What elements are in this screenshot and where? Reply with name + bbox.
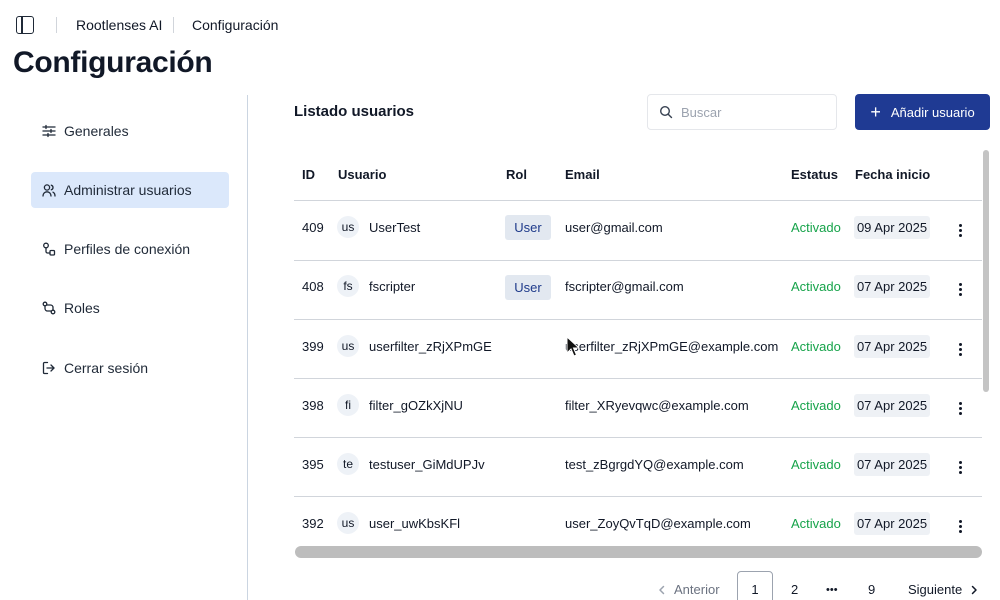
cell-user: testuser_GiMdUPJv: [369, 457, 485, 472]
row-menu-icon[interactable]: [953, 457, 967, 477]
page-title: Configuración: [13, 46, 213, 79]
horizontal-scrollbar[interactable]: [295, 546, 982, 558]
cell-email: userfilter_zRjXPmGE@example.com: [565, 339, 779, 354]
column-header-usuario: Usuario: [338, 167, 387, 182]
cell-id: 392: [302, 516, 324, 531]
status-badge: Activado: [791, 457, 841, 472]
cell-email: user_ZoyQvTqD@example.com: [565, 516, 751, 531]
row-divider: [294, 378, 982, 379]
date-badge: 07 Apr 2025: [854, 394, 930, 417]
add-user-button[interactable]: + Añadir usuario: [855, 94, 990, 130]
next-label: Siguiente: [908, 582, 963, 597]
row-menu-icon[interactable]: [953, 339, 967, 359]
chevron-right-icon: [971, 585, 977, 594]
row-divider: [294, 319, 982, 320]
add-user-label: Añadir usuario: [890, 104, 975, 120]
cell-user: UserTest: [369, 220, 421, 235]
date-badge: 07 Apr 2025: [854, 453, 930, 476]
pagination-ellipsis: •••: [826, 584, 838, 596]
connection-icon: [43, 242, 56, 256]
sidebar-item-label: Perfiles de conexión: [64, 241, 191, 257]
sidebar-toggle-icon[interactable]: [16, 16, 34, 34]
sidebar-item-label: Cerrar sesión: [64, 360, 149, 376]
cell-id: 399: [302, 339, 324, 354]
cell-email: test_zBgrgdYQ@example.com: [565, 457, 744, 472]
row-divider: [294, 437, 982, 438]
avatar: fi: [337, 394, 359, 416]
sidebar-item-cerrar-sesion[interactable]: Cerrar sesión: [31, 350, 229, 386]
row-divider: [294, 496, 982, 497]
search-icon: [659, 105, 673, 119]
date-badge: 07 Apr 2025: [854, 335, 930, 358]
breadcrumb-app[interactable]: Rootlenses AI: [76, 17, 162, 33]
breadcrumb-current: Configuración: [192, 17, 279, 33]
row-menu-icon[interactable]: [953, 398, 967, 418]
sidebar-item-roles[interactable]: Roles: [31, 290, 229, 326]
mouse-cursor-icon: [566, 336, 580, 357]
column-header-estatus: Estatus: [791, 167, 838, 182]
status-badge: Activado: [791, 339, 841, 354]
previous-page-button[interactable]: Anterior: [656, 582, 720, 597]
row-menu-icon[interactable]: [953, 516, 967, 536]
chevron-left-icon: [659, 585, 665, 594]
avatar: fs: [337, 275, 359, 297]
row-menu-icon[interactable]: [953, 220, 967, 240]
status-badge: Activado: [791, 220, 841, 235]
sidebar-item-label: Administrar usuarios: [64, 182, 192, 198]
sidebar-item-administrar-usuarios[interactable]: Administrar usuarios: [31, 172, 229, 208]
sidebar-item-label: Roles: [64, 300, 100, 316]
cell-id: 398: [302, 398, 324, 413]
cell-id: 409: [302, 220, 324, 235]
cell-user: filter_gOZkXjNU: [369, 398, 463, 413]
status-badge: Activado: [791, 398, 841, 413]
row-divider: [294, 200, 982, 201]
column-header-rol: Rol: [506, 167, 527, 182]
plus-icon: +: [870, 102, 881, 122]
next-page-button[interactable]: Siguiente: [908, 582, 980, 597]
date-badge: 07 Apr 2025: [854, 512, 930, 535]
users-icon: [42, 184, 56, 197]
page-button-current[interactable]: 1: [737, 571, 773, 600]
sidebar-item-label: Generales: [64, 123, 129, 139]
cell-email: filter_XRyevqwc@example.com: [565, 398, 749, 413]
avatar: te: [337, 453, 359, 475]
date-badge: 07 Apr 2025: [854, 275, 930, 298]
page-button[interactable]: 2: [791, 582, 798, 597]
cell-id: 408: [302, 279, 324, 294]
role-badge: User: [505, 215, 551, 240]
cell-user: fscripter: [369, 279, 416, 294]
cell-email: user@gmail.com: [565, 220, 663, 235]
status-badge: Activado: [791, 516, 841, 531]
route-icon: [42, 301, 56, 315]
sidebar-divider: [247, 95, 248, 600]
role-badge: User: [505, 275, 551, 300]
cell-user: userfilter_zRjXPmGE: [369, 339, 492, 354]
list-title: Listado usuarios: [294, 103, 415, 120]
previous-label: Anterior: [674, 582, 720, 597]
column-header-fecha-inicio: Fecha inicio: [855, 167, 931, 182]
search-box[interactable]: [647, 94, 837, 130]
breadcrumb-divider: [56, 17, 57, 33]
avatar: us: [337, 335, 359, 357]
top-bar: Rootlenses AI Configuración: [0, 0, 1000, 50]
sidebar-item-perfiles-de-conexion[interactable]: Perfiles de conexión: [31, 231, 229, 267]
breadcrumb-divider: [173, 17, 174, 33]
cell-email: fscripter@gmail.com: [565, 279, 684, 294]
logout-icon: [42, 361, 55, 375]
column-header-email: Email: [565, 167, 600, 182]
row-divider: [294, 260, 982, 261]
sliders-icon: [42, 124, 56, 138]
row-menu-icon[interactable]: [953, 279, 967, 299]
cell-id: 395: [302, 457, 324, 472]
avatar: us: [337, 512, 359, 534]
page-button[interactable]: 9: [868, 582, 875, 597]
search-input[interactable]: [681, 104, 821, 120]
sidebar-item-generales[interactable]: Generales: [31, 113, 229, 149]
cell-user: user_uwKbsKFl: [369, 516, 461, 531]
avatar: us: [337, 216, 359, 238]
date-badge: 09 Apr 2025: [854, 216, 930, 239]
vertical-scrollbar[interactable]: [983, 150, 989, 392]
column-header-id: ID: [302, 167, 315, 182]
status-badge: Activado: [791, 279, 841, 294]
